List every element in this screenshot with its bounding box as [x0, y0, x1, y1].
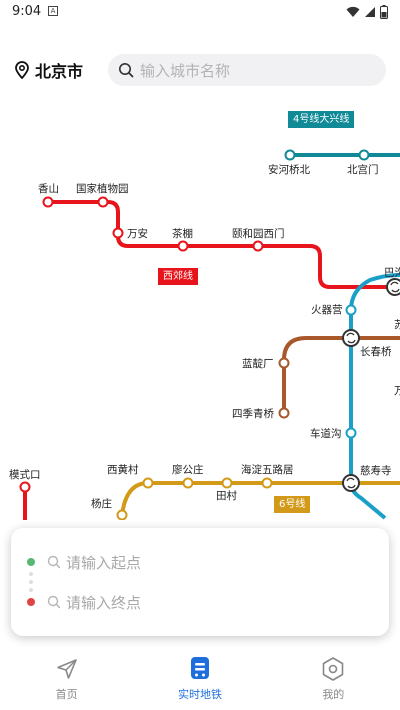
station-xiangshan[interactable]: [42, 196, 54, 208]
station-beigongmen[interactable]: [358, 149, 370, 161]
label-yiheyuanximen: 颐和园西门: [232, 227, 285, 240]
header: 北京市 输入城市名称: [0, 50, 400, 90]
end-placeholder: 请输入终点: [66, 593, 142, 612]
station-haidianwuluju[interactable]: [261, 477, 273, 489]
label-cishousi: 慈寿寺: [360, 464, 392, 477]
tab-mine[interactable]: 我的: [267, 648, 400, 710]
tab-mine-label: 我的: [322, 688, 345, 701]
subway-map[interactable]: 安河桥北 北宫门 香山 国家植物园 万安 茶棚 颐和园西门 巴沟 火器营 长春桥…: [0, 100, 400, 520]
label-haidianwuluju: 海淀五路居: [241, 463, 294, 476]
label-beigongmen: 北宫门: [347, 163, 379, 176]
label-wanan: 万安: [127, 227, 148, 240]
station-anheqiaobei[interactable]: [284, 149, 296, 161]
label-bagou: 巴沟: [384, 266, 400, 279]
xijiao-line-track: [48, 200, 400, 289]
subway-icon: [187, 656, 213, 682]
label-liaogongzhuang: 廖公庄: [172, 463, 204, 476]
status-time: 9:04: [12, 4, 42, 19]
label-huoqiying: 火器营: [311, 303, 343, 316]
label-xihuangcun: 西黄村: [107, 463, 139, 476]
start-dot: [27, 558, 35, 566]
station-moshikou[interactable]: [19, 481, 31, 493]
label-chapeng: 茶棚: [172, 227, 193, 240]
end-dot: [27, 598, 35, 606]
city-selector[interactable]: 北京市: [14, 50, 83, 90]
label-partial-wan: 万: [394, 385, 400, 397]
station-yangzhuang[interactable]: [116, 509, 128, 520]
start-placeholder: 请输入起点: [66, 553, 142, 572]
signal-icon: [365, 7, 375, 17]
connector-dot: [29, 572, 33, 576]
search-placeholder: 输入城市名称: [140, 61, 231, 80]
label-changchunqiao: 长春桥: [360, 346, 392, 358]
tab-realtime-subway-label: 实时地铁: [177, 688, 222, 701]
start-input[interactable]: 请输入起点: [47, 550, 141, 574]
station-landianchang[interactable]: [278, 357, 290, 369]
label-yangzhuang: 杨庄: [91, 497, 112, 510]
route-planner-card: 请输入起点 请输入终点: [11, 528, 389, 636]
label-anheqiaobei: 安河桥北: [268, 163, 310, 176]
notification-a-icon: A: [48, 6, 58, 16]
bottom-tab-bar: 首页 实时地铁 我的: [0, 648, 400, 710]
transfer-station-changchunqiao[interactable]: [342, 329, 360, 347]
station-chapeng[interactable]: [177, 240, 189, 252]
tab-home[interactable]: 首页: [0, 648, 133, 710]
label-chedaogou: 车道沟: [310, 427, 342, 440]
line-4-tag[interactable]: 4号线大兴线: [288, 111, 355, 128]
station-yiheyuanximen[interactable]: [252, 240, 264, 252]
connector-dot: [29, 588, 33, 592]
station-guojiazhiwuyuan[interactable]: [97, 196, 109, 208]
city-search-input[interactable]: 输入城市名称: [108, 54, 386, 86]
hexagon-settings-icon: [320, 656, 346, 682]
search-icon: [47, 595, 61, 609]
line-6-tag[interactable]: 6号线: [274, 496, 311, 513]
search-icon: [119, 63, 134, 78]
search-icon: [47, 555, 61, 569]
station-xihuangcun[interactable]: [142, 477, 154, 489]
subway-map-canvas[interactable]: 安河桥北 北宫门 香山 国家植物园 万安 茶棚 颐和园西门 巴沟 火器营 长春桥…: [0, 100, 400, 520]
tab-home-label: 首页: [55, 688, 78, 701]
label-landianchang: 蓝靛厂: [242, 357, 274, 370]
battery-icon: [380, 5, 388, 19]
station-tiancun[interactable]: [221, 477, 233, 489]
location-pin-icon: [15, 61, 29, 79]
wifi-icon: [346, 6, 360, 17]
label-guojiazhiwuyuan: 国家植物园: [76, 182, 129, 195]
label-xiangshan: 香山: [38, 183, 59, 195]
label-sijiqingqiao: 四季青桥: [232, 407, 274, 420]
station-sijiqingqiao[interactable]: [278, 407, 290, 419]
station-liaogongzhuang[interactable]: [182, 477, 194, 489]
navigation-arrow-icon: [54, 656, 80, 682]
tab-realtime-subway[interactable]: 实时地铁: [133, 648, 266, 710]
label-tiancun: 田村: [216, 489, 237, 502]
transfer-station-cishousi[interactable]: [342, 474, 360, 492]
status-bar: 9:04 A: [0, 0, 400, 24]
station-huoqiying[interactable]: [345, 304, 357, 316]
city-name: 北京市: [35, 62, 84, 81]
transfer-station-bagou[interactable]: [386, 278, 400, 296]
label-partial-su: 苏: [394, 318, 400, 331]
station-wanan[interactable]: [112, 227, 124, 239]
station-chedaogou[interactable]: [345, 427, 357, 439]
end-input[interactable]: 请输入终点: [47, 590, 141, 614]
xijiao-line-tag[interactable]: 西郊线: [158, 268, 198, 285]
label-moshikou: 模式口: [9, 468, 41, 481]
connector-dot: [29, 580, 33, 584]
status-icons: [346, 5, 388, 19]
